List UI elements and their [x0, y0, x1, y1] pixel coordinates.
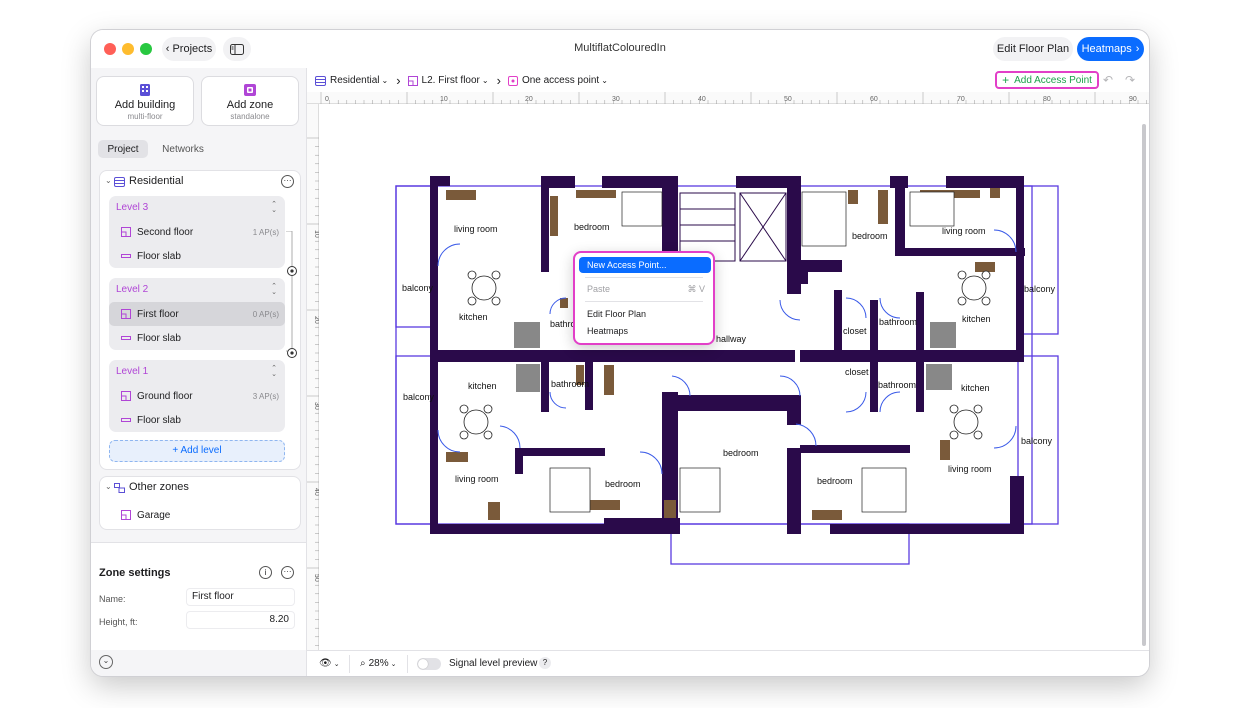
- divider: [407, 655, 408, 673]
- menu-item-edit-floor-plan[interactable]: Edit Floor Plan: [579, 306, 711, 322]
- room-label: living room: [942, 226, 986, 236]
- room-label: bathroom: [879, 317, 917, 327]
- menu-item-label: Heatmaps: [587, 326, 629, 336]
- room-label: balcony: [402, 283, 434, 293]
- room-label: bedroom: [723, 448, 759, 458]
- chevron-down-icon: ⌄: [333, 661, 340, 668]
- room-label: closet: [845, 367, 869, 377]
- menu-item-label: Edit Floor Plan: [587, 309, 647, 319]
- room-label: bathroom: [878, 380, 916, 390]
- room-label: living room: [455, 474, 499, 484]
- menu-item-shortcut: ⌘ V: [687, 283, 705, 294]
- room-label: living room: [948, 464, 992, 474]
- room-label: kitchen: [459, 312, 488, 322]
- room-label: living room: [454, 224, 498, 234]
- menu-item-paste[interactable]: Paste ⌘ V: [579, 281, 711, 297]
- room-label: closet: [843, 326, 867, 336]
- zoom-menu-button[interactable]: ⌕ 28% ⌄: [360, 658, 397, 669]
- room-label: hallway: [716, 334, 747, 344]
- app-window: ‹ Projects MultiflatColouredIn Edit Floo…: [91, 30, 1149, 676]
- menu-item-label: New Access Point...: [587, 260, 667, 270]
- magnifier-icon: ⌕: [360, 658, 366, 669]
- eye-icon: 👁: [319, 658, 332, 669]
- room-label: bedroom: [605, 479, 641, 489]
- room-label: bedroom: [852, 231, 888, 241]
- toggle-knob: [418, 659, 428, 669]
- context-menu: New Access Point... Paste ⌘ V Edit Floor…: [573, 251, 715, 345]
- floor-plan-canvas[interactable]: living room bedroom bedroom living room …: [91, 30, 1149, 676]
- room-label: balcony: [403, 392, 435, 402]
- zoom-level: 28%: [368, 658, 389, 669]
- room-label: balcony: [1024, 284, 1056, 294]
- signal-preview-label: Signal level preview: [449, 658, 538, 669]
- help-button[interactable]: ?: [539, 657, 551, 669]
- room-label: kitchen: [961, 383, 990, 393]
- room-label: bedroom: [817, 476, 853, 486]
- room-label: bedroom: [574, 222, 610, 232]
- divider: [349, 655, 350, 673]
- menu-divider: [585, 277, 703, 278]
- signal-preview-toggle[interactable]: [417, 658, 441, 670]
- menu-item-heatmaps[interactable]: Heatmaps: [579, 323, 711, 339]
- menu-item-new-access-point[interactable]: New Access Point...: [579, 257, 711, 273]
- room-label: kitchen: [468, 381, 497, 391]
- visibility-menu-button[interactable]: 👁 ⌄: [319, 658, 340, 669]
- bottom-toolbar: 👁 ⌄ ⌕ 28% ⌄ Signal level preview ?: [307, 650, 1149, 676]
- chevron-down-icon: ⌄: [390, 660, 397, 668]
- room-label: balcony: [1021, 436, 1053, 446]
- menu-divider: [585, 301, 703, 302]
- menu-item-label: Paste: [587, 284, 611, 294]
- room-label: kitchen: [962, 314, 991, 324]
- room-label: bathroom: [551, 379, 589, 389]
